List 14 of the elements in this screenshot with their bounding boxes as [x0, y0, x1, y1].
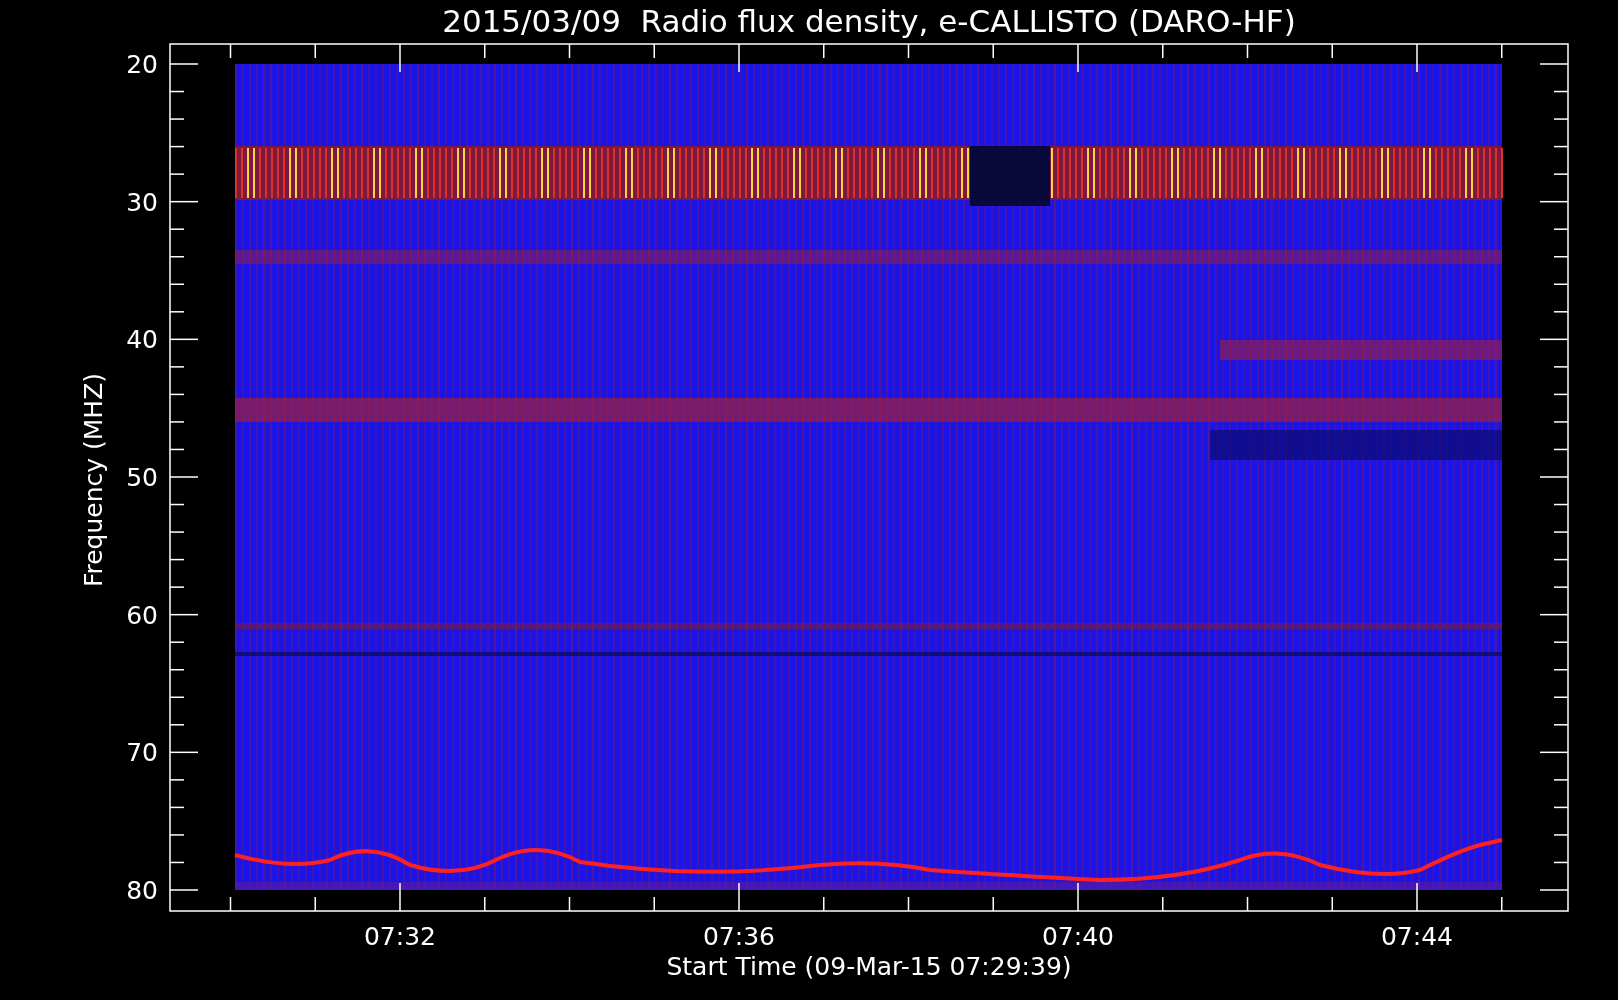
x-tick-label: 07:32 — [364, 922, 436, 951]
x-axis-label: Start Time (09-Mar-15 07:29:39) — [666, 952, 1072, 981]
chart-title: 2015/03/09 Radio flux density, e-CALLISTO (DARO-HF) — [442, 3, 1296, 39]
y-tick-label: 40 — [126, 325, 158, 355]
y-tick-label: 70 — [126, 738, 158, 768]
y-axis-label: Frequency (MHZ) — [79, 372, 108, 588]
x-tick-label: 07:44 — [1381, 922, 1453, 951]
x-tick-label: 07:36 — [703, 922, 775, 951]
y-tick-label: 80 — [126, 876, 158, 905]
y-tick-label: 20 — [126, 50, 158, 79]
y-tick-label: 50 — [126, 463, 158, 492]
x-tick-label: 07:40 — [1042, 922, 1114, 951]
y-tick-label: 30 — [126, 187, 158, 217]
y-tick-label: 60 — [126, 600, 158, 630]
